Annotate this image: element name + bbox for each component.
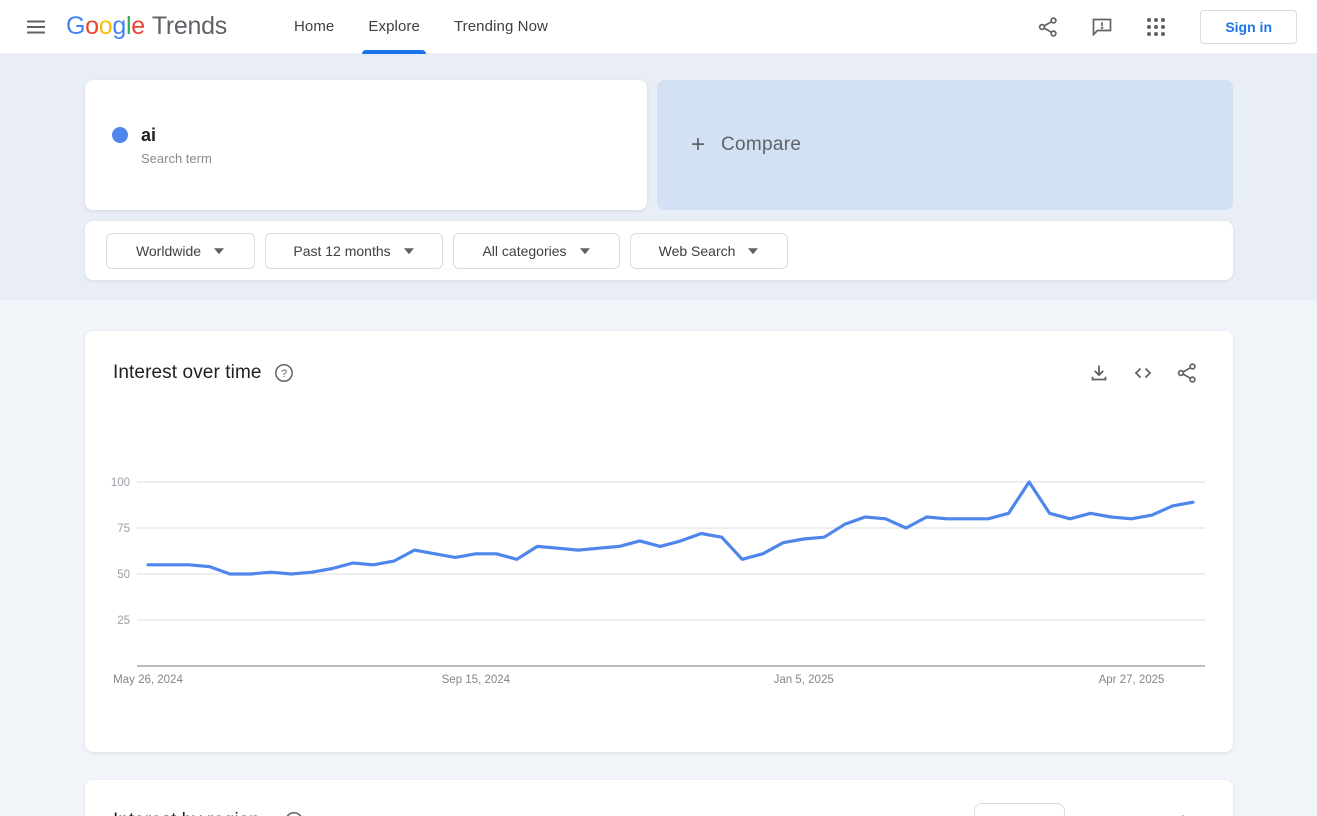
plus-icon: +: [691, 131, 706, 158]
explore-controls-section: ai Search term + Compare Worldwide Past …: [0, 54, 1317, 300]
svg-text:?: ?: [281, 368, 287, 380]
search-term-value: ai: [141, 125, 157, 145]
interest-by-region-card: Interest by region ?: [85, 780, 1233, 816]
term-row: ai Search term + Compare: [85, 80, 1233, 210]
region-card-controls: [974, 803, 1205, 816]
main-content: Interest over time ? 25 50 75 100 May 26…: [0, 300, 1317, 816]
time-filter-dropdown[interactable]: Past 12 months: [265, 232, 443, 269]
add-comparison-card[interactable]: + Compare: [657, 80, 1233, 210]
trends-logo-text: Trends: [151, 12, 227, 40]
region-card-title-row: Interest by region ?: [113, 810, 304, 816]
svg-text:Jan 5, 2025: Jan 5, 2025: [774, 674, 834, 686]
series-color-dot: [112, 127, 128, 143]
code-embed-icon: [1134, 367, 1152, 379]
share-chart-button[interactable]: [1169, 357, 1205, 389]
chevron-down-icon: [748, 247, 759, 254]
interest-over-time-card: Interest over time ? 25 50 75 100 May 26…: [85, 331, 1233, 752]
category-filter-dropdown[interactable]: All categories: [453, 232, 620, 269]
download-csv-button[interactable]: [1161, 803, 1205, 816]
chevron-down-icon: [214, 247, 225, 254]
download-icon: [1091, 365, 1107, 381]
svg-text:75: 75: [117, 523, 130, 535]
search-type-filter-dropdown[interactable]: Web Search: [630, 232, 788, 269]
nav-item-explore[interactable]: Explore: [351, 0, 437, 54]
region-level-dropdown[interactable]: [974, 803, 1065, 816]
nav-item-home[interactable]: Home: [277, 0, 351, 54]
embed-button[interactable]: [1125, 357, 1161, 389]
top-bar: Google Trends Home Explore Trending Now: [0, 0, 1317, 54]
apps-grid-icon: [1147, 17, 1166, 36]
search-term-type: Search term: [141, 151, 212, 166]
svg-text:100: 100: [111, 477, 130, 489]
feedback-icon: [1092, 18, 1112, 37]
region-card-title: Interest by region: [113, 810, 260, 816]
nav-item-trending-now[interactable]: Trending Now: [437, 0, 565, 54]
hamburger-menu-button[interactable]: [16, 7, 56, 47]
top-bar-actions: Sign in: [1016, 7, 1301, 47]
share-icon: [1177, 363, 1196, 383]
svg-text:25: 25: [117, 615, 130, 627]
feedback-button[interactable]: [1080, 7, 1124, 47]
svg-text:Sep 15, 2024: Sep 15, 2024: [442, 674, 511, 686]
geo-filter-dropdown[interactable]: Worldwide: [106, 232, 255, 269]
help-icon[interactable]: ?: [274, 363, 294, 383]
chevron-down-icon: [579, 247, 590, 254]
search-term-card[interactable]: ai Search term: [85, 80, 647, 210]
compare-label: Compare: [721, 134, 802, 155]
download-icon: [1182, 815, 1184, 816]
term-text: ai Search term: [141, 124, 212, 166]
google-logo-text: Google: [66, 12, 145, 40]
chart-title: Interest over time: [113, 362, 262, 383]
share-icon: [1039, 16, 1058, 37]
help-icon[interactable]: ?: [284, 811, 304, 816]
filters-bar: Worldwide Past 12 months All categories …: [85, 221, 1233, 280]
main-nav: Home Explore Trending Now: [277, 0, 565, 54]
svg-text:Apr 27, 2025: Apr 27, 2025: [1099, 674, 1165, 686]
share-button[interactable]: [1026, 7, 1070, 47]
download-csv-button[interactable]: [1081, 357, 1117, 389]
chevron-down-icon: [403, 247, 414, 254]
sort-button[interactable]: [1091, 803, 1135, 816]
svg-text:May 26, 2024: May 26, 2024: [113, 674, 183, 686]
chevron-down-icon: [1101, 811, 1125, 816]
chart-header: Interest over time ?: [85, 331, 1233, 389]
sign-in-button[interactable]: Sign in: [1200, 9, 1297, 44]
interest-over-time-chart[interactable]: 25 50 75 100 May 26, 2024 Sep 15, 2024 Jan 5, …: [85, 430, 1233, 690]
svg-text:50: 50: [117, 569, 130, 581]
hamburger-icon: [27, 20, 45, 33]
google-apps-button[interactable]: [1134, 7, 1178, 47]
chart-toolbar: [1081, 357, 1205, 389]
google-trends-logo[interactable]: Google Trends: [66, 12, 227, 41]
